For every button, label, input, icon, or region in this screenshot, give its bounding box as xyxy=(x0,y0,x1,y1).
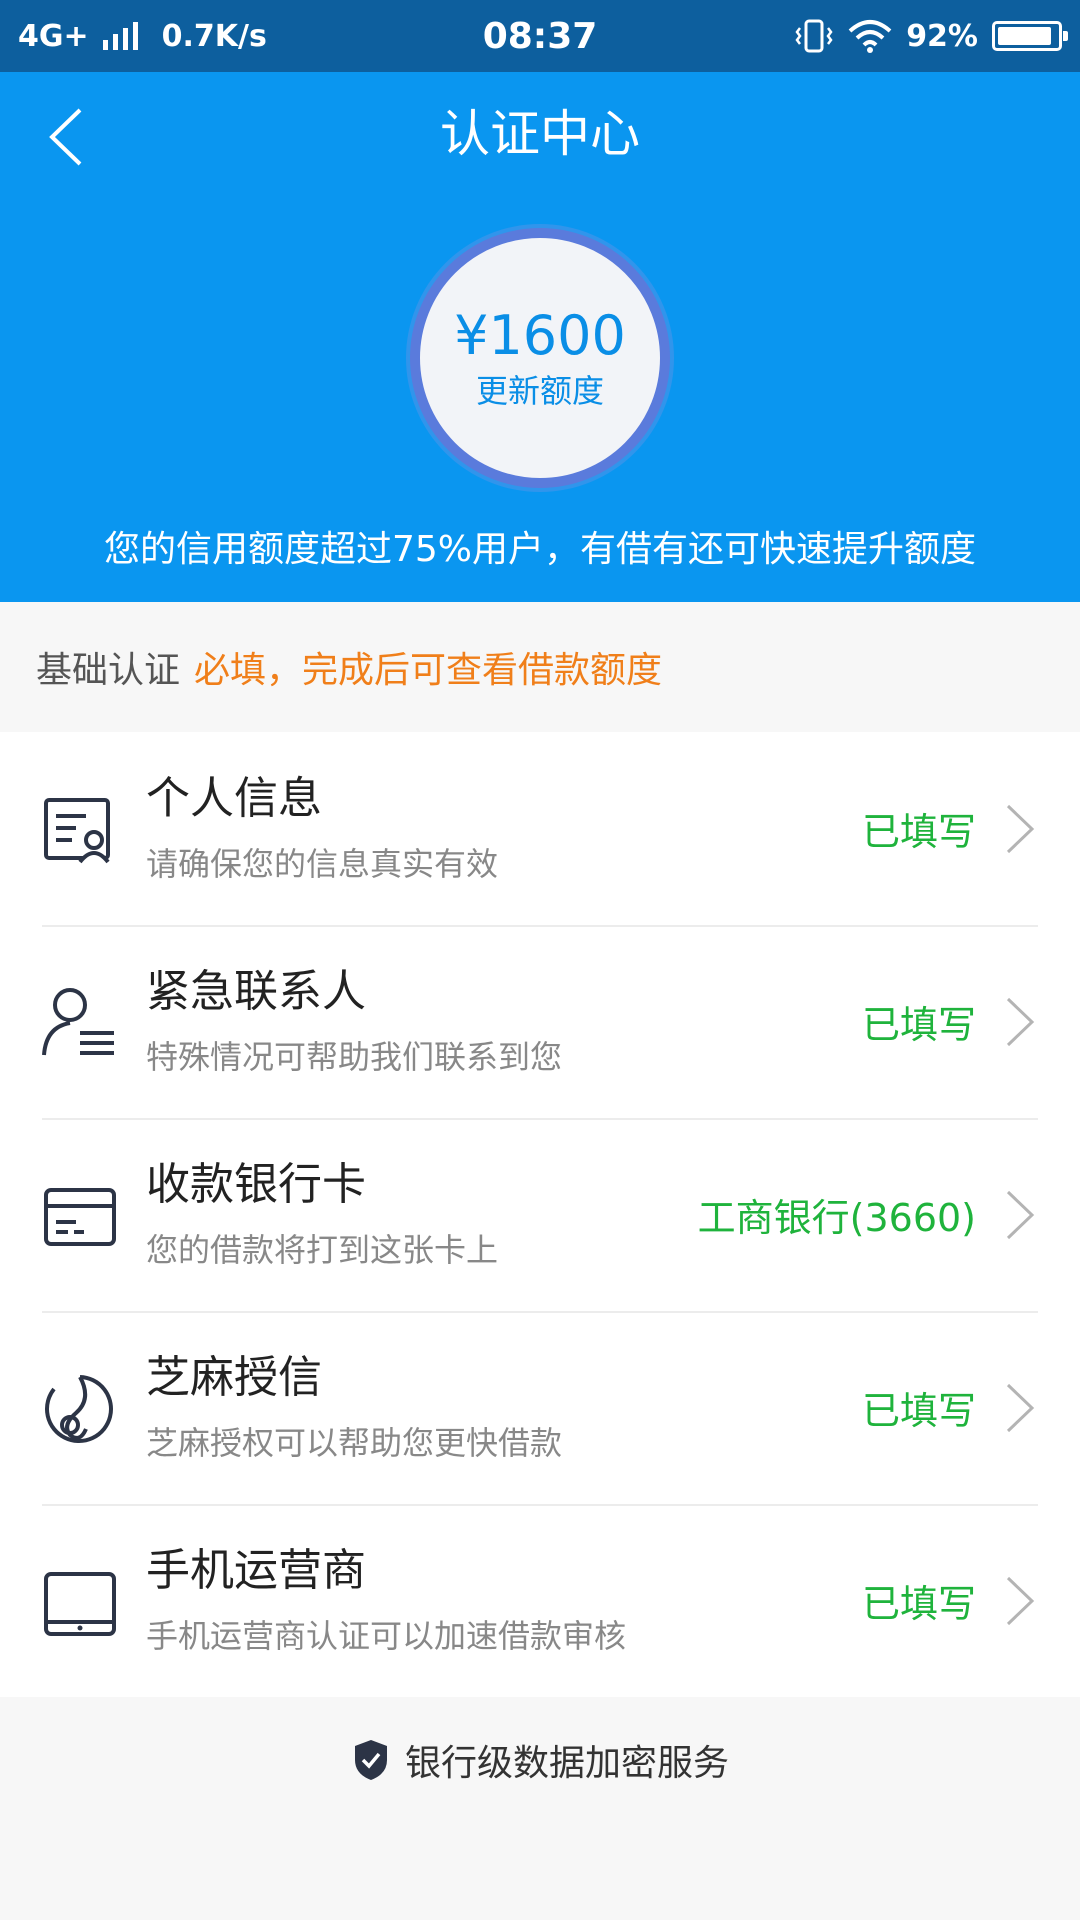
section-label: 基础认证 xyxy=(36,650,181,691)
chevron-right-icon xyxy=(1006,804,1035,854)
update-credit-button[interactable]: 更新额度 xyxy=(476,369,604,413)
footer: 银行级数据加密服务 xyxy=(0,1700,1080,1820)
item-desc: 手机运营商认证可以加速借款审核 xyxy=(146,1617,627,1655)
page-title: 认证中心 xyxy=(440,105,640,163)
list-item-mobile-carrier[interactable]: 手机运营商 手机运营商认证可以加速借款审核 已填写 xyxy=(0,1504,1080,1697)
verification-list: 个人信息 请确保您的信息真实有效 已填写 紧急联系人 特殊情况可帮助我们联系到您… xyxy=(0,732,1080,1697)
list-item-bank-card[interactable]: 收款银行卡 您的借款将打到这张卡上 工商银行(3660) xyxy=(0,1118,1080,1311)
item-desc: 您的借款将打到这张卡上 xyxy=(146,1231,499,1269)
header: 认证中心 ¥1600 更新额度 您的信用额度超过75%用户，有借有还可快速提升额… xyxy=(0,72,1080,602)
section-required-text: 必填，完成后可查看借款额度 xyxy=(194,650,663,691)
item-desc: 特殊情况可帮助我们联系到您 xyxy=(146,1038,563,1076)
network-speed: 0.7K/s xyxy=(161,18,267,54)
list-item-emergency-contact[interactable]: 紧急联系人 特殊情况可帮助我们联系到您 已填写 xyxy=(0,925,1080,1118)
id-card-icon xyxy=(44,798,110,864)
contact-person-icon xyxy=(42,988,114,1056)
item-status: 已填写 xyxy=(861,1582,976,1626)
item-status: 已填写 xyxy=(861,810,976,854)
chevron-right-icon xyxy=(1006,1190,1035,1240)
item-title: 芝麻授信 xyxy=(146,1352,322,1403)
item-title: 手机运营商 xyxy=(146,1545,366,1596)
signal-icon xyxy=(102,22,138,50)
phone-icon xyxy=(44,1572,116,1636)
chevron-right-icon xyxy=(1006,997,1035,1047)
item-status: 工商银行(3660) xyxy=(697,1196,976,1240)
footer-text: 银行级数据加密服务 xyxy=(404,1743,729,1784)
credit-amount: ¥1600 xyxy=(454,304,626,367)
section-header: 基础认证 必填，完成后可查看借款额度 xyxy=(0,602,1080,732)
credit-note: 您的信用额度超过75%用户，有借有还可快速提升额度 xyxy=(103,529,977,570)
wifi-icon xyxy=(848,20,892,53)
vibrate-icon xyxy=(795,19,833,53)
shield-check-icon xyxy=(354,1740,387,1780)
item-status: 已填写 xyxy=(861,1389,976,1433)
item-title: 个人信息 xyxy=(146,773,322,824)
battery-icon xyxy=(992,21,1068,51)
chevron-right-icon xyxy=(1006,1383,1035,1433)
item-status: 已填写 xyxy=(861,1003,976,1047)
item-title: 紧急联系人 xyxy=(146,966,366,1017)
sesame-icon xyxy=(45,1375,113,1443)
credit-circle[interactable]: ¥1600 更新额度 xyxy=(410,228,670,488)
item-desc: 芝麻授权可以帮助您更快借款 xyxy=(146,1424,563,1462)
chevron-right-icon xyxy=(1006,1576,1035,1626)
battery-fill xyxy=(998,27,1052,45)
status-bar: 4G+ 0.7K/s 08:37 92% xyxy=(0,0,1080,72)
network-type: 4G+ xyxy=(18,18,89,54)
battery-percent: 92% xyxy=(906,18,978,54)
item-desc: 请确保您的信息真实有效 xyxy=(146,845,499,883)
bank-card-icon xyxy=(44,1188,116,1246)
list-item-personal-info[interactable]: 个人信息 请确保您的信息真实有效 已填写 xyxy=(0,732,1080,925)
item-title: 收款银行卡 xyxy=(146,1159,366,1210)
list-item-sesame-credit[interactable]: 芝麻授信 芝麻授权可以帮助您更快借款 已填写 xyxy=(0,1311,1080,1504)
